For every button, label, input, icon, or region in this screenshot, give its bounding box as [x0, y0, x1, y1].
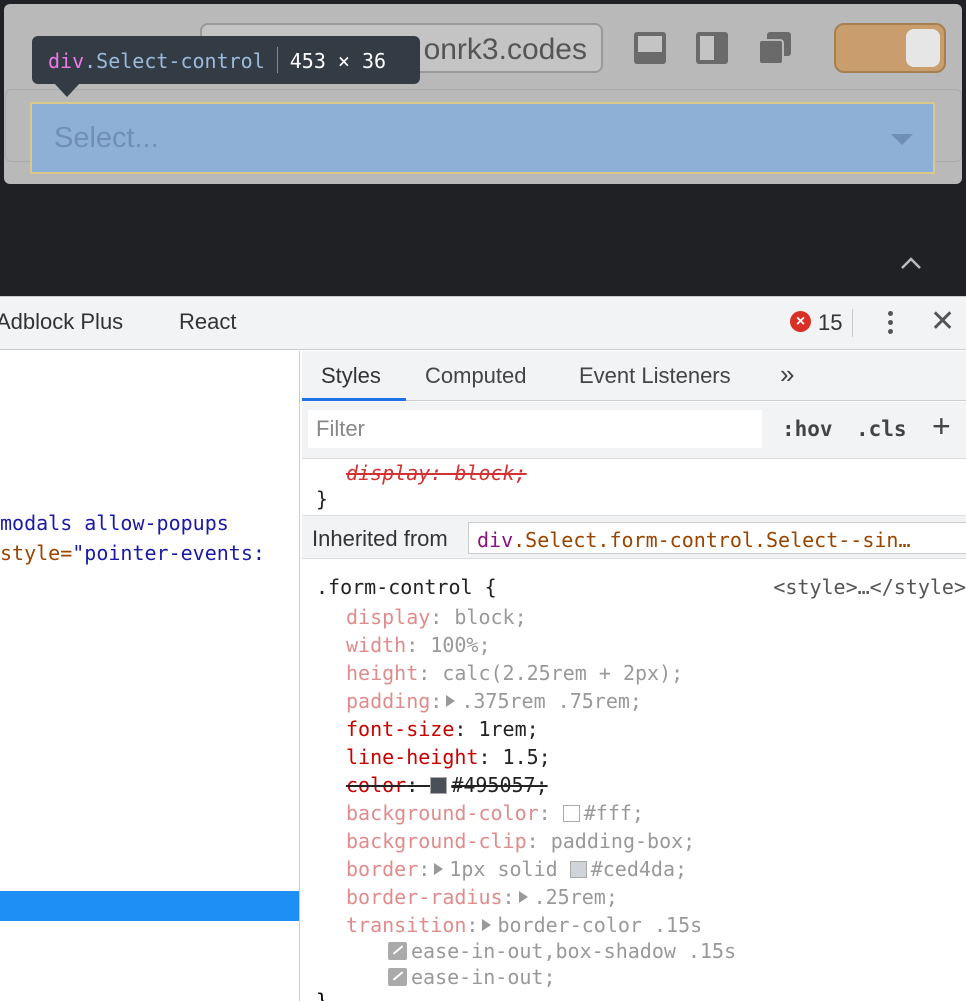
previous-rule-declaration: display: block;: [346, 461, 527, 485]
undock-icon[interactable]: [757, 30, 793, 66]
more-options-icon[interactable]: [880, 309, 900, 339]
tooltip-class: .Select-control: [84, 49, 265, 73]
chevron-up-icon[interactable]: [900, 256, 922, 270]
declaration-display[interactable]: display: block;: [346, 605, 527, 629]
tab-event-listeners[interactable]: Event Listeners: [579, 363, 731, 389]
declaration-line-height[interactable]: line-height: 1.5;: [346, 745, 551, 769]
tab-react[interactable]: React: [179, 309, 236, 335]
color-swatch[interactable]: [430, 777, 448, 794]
cls-button[interactable]: .cls: [856, 417, 907, 441]
element-inspect-tooltip: div.Select-control 453 × 36: [32, 36, 420, 97]
inherited-section-header: Inherited from div.Select.form-control.S…: [302, 515, 966, 559]
inherited-node-link[interactable]: div.Select.form-control.Select--sin…: [468, 522, 966, 554]
rule-close-brace: }: [316, 487, 329, 511]
declaration-height[interactable]: height: calc(2.25rem + 2px);: [346, 661, 683, 685]
divider: [852, 309, 853, 337]
declaration-border-radius[interactable]: border-radius: .25rem;: [346, 885, 618, 909]
declaration-color[interactable]: color: #495057;: [346, 773, 548, 797]
error-count[interactable]: 15: [818, 310, 842, 336]
close-icon[interactable]: ✕: [930, 307, 955, 337]
chevron-down-icon[interactable]: [891, 134, 913, 145]
expand-triangle-icon[interactable]: [434, 863, 444, 875]
theme-toggle[interactable]: [834, 23, 946, 73]
code-line[interactable]: modals allow-popups: [0, 511, 229, 535]
devtools-panel: Adblock Plus React × 15 ✕ modals allow-p…: [0, 296, 966, 1001]
declaration-background-color[interactable]: background-color: #fff;: [346, 801, 644, 825]
sidebar-tab-bar: Styles Computed Event Listeners »: [302, 351, 966, 401]
selected-node-row[interactable]: [0, 891, 299, 921]
select-control[interactable]: Select...: [30, 102, 935, 174]
tab-adblock-plus[interactable]: Adblock Plus: [0, 309, 123, 335]
code-line[interactable]: style="pointer-events:: [0, 541, 265, 565]
declaration-transition[interactable]: transition: border-color .15s: [346, 913, 702, 937]
transition-continuation: ease-in-out,box-shadow .15s: [388, 939, 736, 963]
tooltip-size: 453 × 36: [289, 49, 387, 73]
tooltip-tag: div: [48, 49, 85, 73]
filter-input[interactable]: [308, 410, 762, 448]
elements-panel: modals allow-popups style="pointer-event…: [0, 351, 300, 1001]
declaration-padding[interactable]: padding: .375rem .75rem;: [346, 689, 642, 713]
more-tabs-icon[interactable]: »: [780, 359, 794, 390]
new-rule-button[interactable]: +: [932, 408, 951, 445]
toggle-knob: [906, 29, 940, 67]
dock-bottom-icon[interactable]: [632, 30, 668, 66]
expand-triangle-icon[interactable]: [518, 891, 528, 903]
declaration-width[interactable]: width: 100%;: [346, 633, 491, 657]
inherited-label: Inherited from: [312, 526, 448, 551]
filter-toolbar: :hov .cls +: [302, 402, 966, 459]
transition-continuation: ease-in-out;: [388, 965, 556, 989]
devtools-tab-bar: Adblock Plus React × 15 ✕: [0, 297, 966, 350]
rule-selector[interactable]: .form-control {: [316, 575, 497, 599]
tab-computed[interactable]: Computed: [425, 363, 527, 389]
url-text: onrk3.codes: [423, 33, 587, 66]
color-swatch[interactable]: [569, 861, 587, 878]
hov-button[interactable]: :hov: [782, 417, 833, 441]
page-preview: onrk3.codes Select... div.Select-control…: [0, 0, 966, 296]
dock-right-icon[interactable]: [694, 30, 730, 66]
select-placeholder: Select...: [54, 122, 159, 154]
color-swatch[interactable]: [562, 805, 580, 822]
declaration-border[interactable]: border: 1px solid #ced4da;: [346, 857, 687, 881]
styles-pane: Styles Computed Event Listeners » :hov .…: [302, 351, 966, 1001]
error-icon[interactable]: ×: [790, 311, 811, 332]
active-tab-indicator: [302, 398, 406, 401]
tab-styles[interactable]: Styles: [321, 363, 381, 389]
easing-curve-icon[interactable]: [388, 968, 407, 986]
declaration-background-clip[interactable]: background-clip: padding-box;: [346, 829, 695, 853]
declaration-font-size[interactable]: font-size: 1rem;: [346, 717, 539, 741]
expand-triangle-icon[interactable]: [446, 695, 456, 707]
rule-close-brace: }: [316, 989, 329, 1001]
easing-curve-icon[interactable]: [388, 942, 407, 960]
rule-source-link[interactable]: <style>…</style>: [773, 575, 966, 599]
expand-triangle-icon[interactable]: [482, 919, 492, 931]
